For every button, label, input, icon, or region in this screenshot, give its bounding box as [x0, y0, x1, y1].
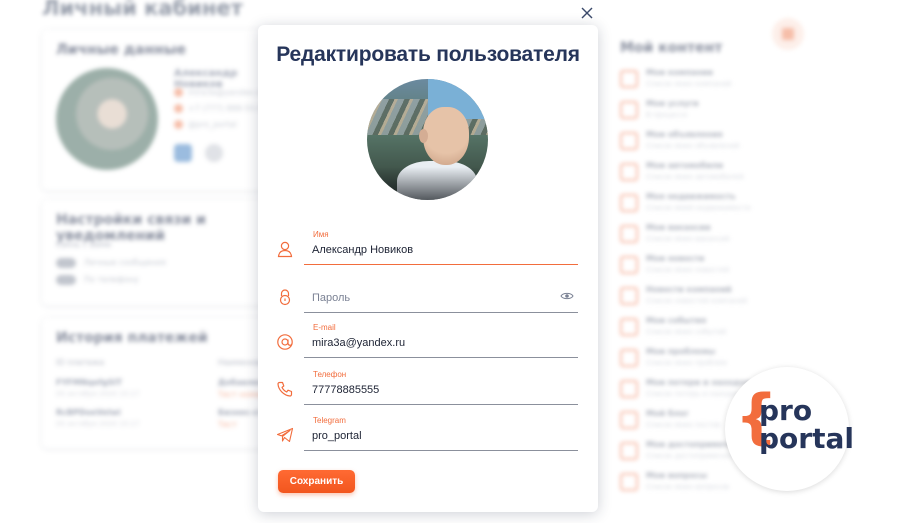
at-icon — [277, 334, 293, 350]
content-item[interactable]: Мои новости Список моих новостей — [620, 254, 820, 284]
content-item[interactable]: Мои вакансии Список моих вакансий — [620, 223, 820, 253]
password-underline — [304, 312, 578, 313]
telegram-field: Telegram — [276, 416, 578, 456]
name-field: Имя — [277, 230, 578, 270]
content-item[interactable]: Моя недвижимость Список моей недвижимости — [620, 192, 820, 222]
toggle-phone[interactable] — [56, 275, 76, 285]
telegram-underline — [304, 450, 578, 451]
social-icon[interactable] — [205, 144, 223, 162]
modal-title: Редактировать пользователя — [276, 43, 580, 66]
content-item[interactable]: Мои услуги В процессе — [620, 99, 820, 129]
email-input[interactable] — [312, 334, 562, 352]
payment-id: FYFMNqefgSIT — [56, 378, 122, 387]
payment-history-title: История платежей — [56, 330, 208, 346]
personal-data-card: Личные данные Александр Новиков mira3a@y… — [42, 30, 282, 190]
logo-line-2: portal — [759, 422, 854, 455]
eye-icon[interactable] — [560, 291, 574, 301]
content-item[interactable]: Новости компаний Список новостей компаний — [620, 285, 820, 315]
contact-label: Связь с Вами — [56, 240, 112, 249]
close-icon[interactable] — [578, 4, 596, 22]
contact-phone: +7 (777) 888-55-55 — [174, 104, 268, 113]
phone-icon — [277, 381, 293, 397]
email-underline — [304, 357, 578, 358]
name-underline — [304, 264, 578, 265]
pro-portal-logo: { pro portal — [725, 367, 854, 491]
telegram-input[interactable] — [312, 427, 562, 445]
page-title: Личный кабинет — [42, 0, 243, 20]
notification-settings-card: Настройки связи и уведомлений Связь с Ва… — [42, 200, 282, 305]
logo-line-1: pro — [759, 394, 813, 427]
avatar — [56, 68, 158, 170]
payment-id: RcBPDoeVeIwi — [56, 408, 121, 417]
phone-underline — [304, 404, 578, 405]
email-field: E-mail — [277, 323, 578, 363]
content-item[interactable]: Мои автомобили Список моих автомобилей — [620, 161, 820, 191]
lock-icon — [279, 289, 291, 306]
payment-link[interactable]: Тест — [218, 420, 237, 429]
phone-input[interactable] — [312, 381, 562, 399]
toggle-messages-label: Личные сообщения — [84, 258, 166, 267]
password-field — [279, 278, 578, 318]
email-label: E-mail — [313, 323, 336, 332]
save-button[interactable]: Сохранить — [278, 470, 355, 493]
name-input[interactable] — [312, 241, 562, 259]
password-input[interactable] — [312, 289, 562, 307]
contact-email: mira3a@yandex.ru — [174, 88, 264, 97]
phone-label: Телефон — [313, 370, 347, 379]
toggle-phone-label: По телефону — [84, 275, 139, 284]
my-content-title: Мой контент — [620, 40, 723, 56]
corner-action-button[interactable] — [772, 18, 804, 50]
toggle-messages[interactable] — [56, 258, 76, 268]
edit-user-modal: Редактировать пользователя Имя Александр… — [258, 25, 598, 512]
content-item[interactable]: Мои объявления Список моих объявлений — [620, 130, 820, 160]
payment-id-header: ID платежа — [56, 358, 104, 367]
telegram-label: Telegram — [313, 416, 346, 425]
payment-name: Бизнес-ст — [218, 408, 263, 417]
payment-date: 05 октября 2020 15:17 — [56, 420, 140, 428]
contact-telegram: @pro_portal — [174, 120, 237, 129]
person-icon — [277, 241, 293, 258]
content-item[interactable]: Мои события Список моих событий — [620, 316, 820, 346]
content-item[interactable]: Мои компании Список моих компаний — [620, 68, 820, 98]
user-photo[interactable] — [367, 79, 488, 200]
payment-date: 05 октября 2020 15:17 — [56, 390, 140, 398]
telegram-icon — [276, 427, 294, 443]
vk-icon[interactable] — [174, 144, 192, 162]
personal-data-title: Личные данные — [56, 42, 187, 58]
payment-history-card: История платежей ID платежа Наименование… — [42, 318, 282, 448]
name-label: Имя — [313, 230, 329, 239]
phone-field: Телефон — [277, 370, 578, 410]
